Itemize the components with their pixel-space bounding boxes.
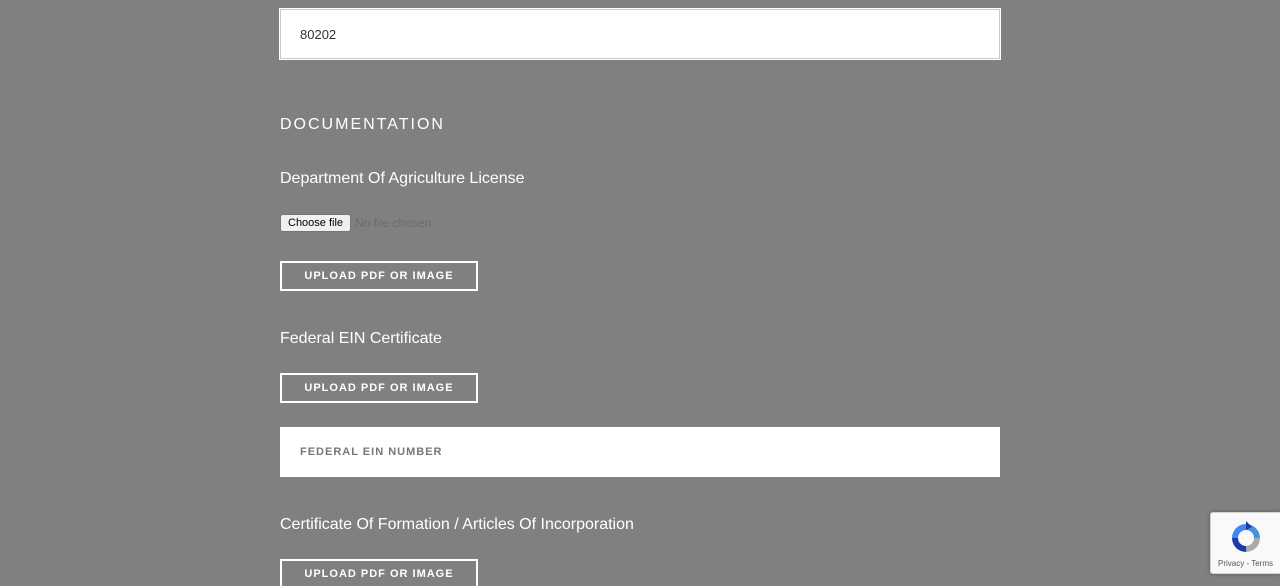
recaptcha-terms-link[interactable]: Terms: [1251, 559, 1273, 568]
federal-ein-number-input[interactable]: FEDERAL EIN NUMBER: [280, 427, 1000, 477]
ein-certificate-label: Federal EIN Certificate: [280, 330, 442, 347]
agriculture-license-label: Department Of Agriculture License: [280, 170, 525, 187]
recaptcha-logo-icon: [1232, 521, 1260, 552]
formation-certificate-upload-button[interactable]: UPLOAD PDF OR IMAGE: [280, 559, 478, 586]
agriculture-license-upload-button[interactable]: UPLOAD PDF OR IMAGE: [280, 261, 478, 291]
federal-ein-number-placeholder: FEDERAL EIN NUMBER: [300, 446, 443, 458]
no-file-chosen-text: No file chosen: [355, 216, 432, 230]
agriculture-license-file-input[interactable]: Choose file No file chosen: [280, 214, 431, 232]
choose-file-button[interactable]: Choose file: [280, 214, 352, 232]
zip-code-field[interactable]: 80202: [279, 8, 1001, 60]
recaptcha-privacy-link[interactable]: Privacy: [1218, 559, 1244, 568]
page: 80202 DOCUMENTATION Department Of Agricu…: [0, 0, 1280, 586]
zip-code-value: 80202: [300, 27, 337, 42]
recaptcha-badge[interactable]: Privacy - Terms: [1210, 512, 1280, 574]
documentation-heading: DOCUMENTATION: [280, 116, 445, 133]
formation-certificate-label: Certificate Of Formation / Articles Of I…: [280, 516, 634, 533]
ein-certificate-upload-button[interactable]: UPLOAD PDF OR IMAGE: [280, 373, 478, 403]
recaptcha-links: Privacy - Terms: [1211, 559, 1280, 568]
